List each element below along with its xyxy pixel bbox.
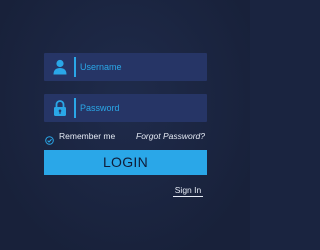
login-panel: Remember me Forgot Password? LOGIN Sign … <box>0 0 250 250</box>
field-divider <box>74 98 76 118</box>
remember-me-checkbox[interactable]: Remember me <box>45 130 116 145</box>
lock-icon <box>53 100 67 116</box>
user-icon <box>53 59 67 75</box>
username-field[interactable] <box>44 53 207 81</box>
field-divider <box>74 57 76 77</box>
password-input[interactable] <box>80 94 200 122</box>
forgot-password-link[interactable]: Forgot Password? <box>136 130 205 142</box>
sign-in-underline <box>173 196 203 197</box>
username-input[interactable] <box>80 53 200 81</box>
password-field[interactable] <box>44 94 207 122</box>
sign-in-link[interactable]: Sign In <box>173 185 203 196</box>
login-button[interactable]: LOGIN <box>44 150 207 175</box>
remember-me-label: Remember me <box>59 131 116 141</box>
check-circle-icon[interactable] <box>45 132 54 145</box>
